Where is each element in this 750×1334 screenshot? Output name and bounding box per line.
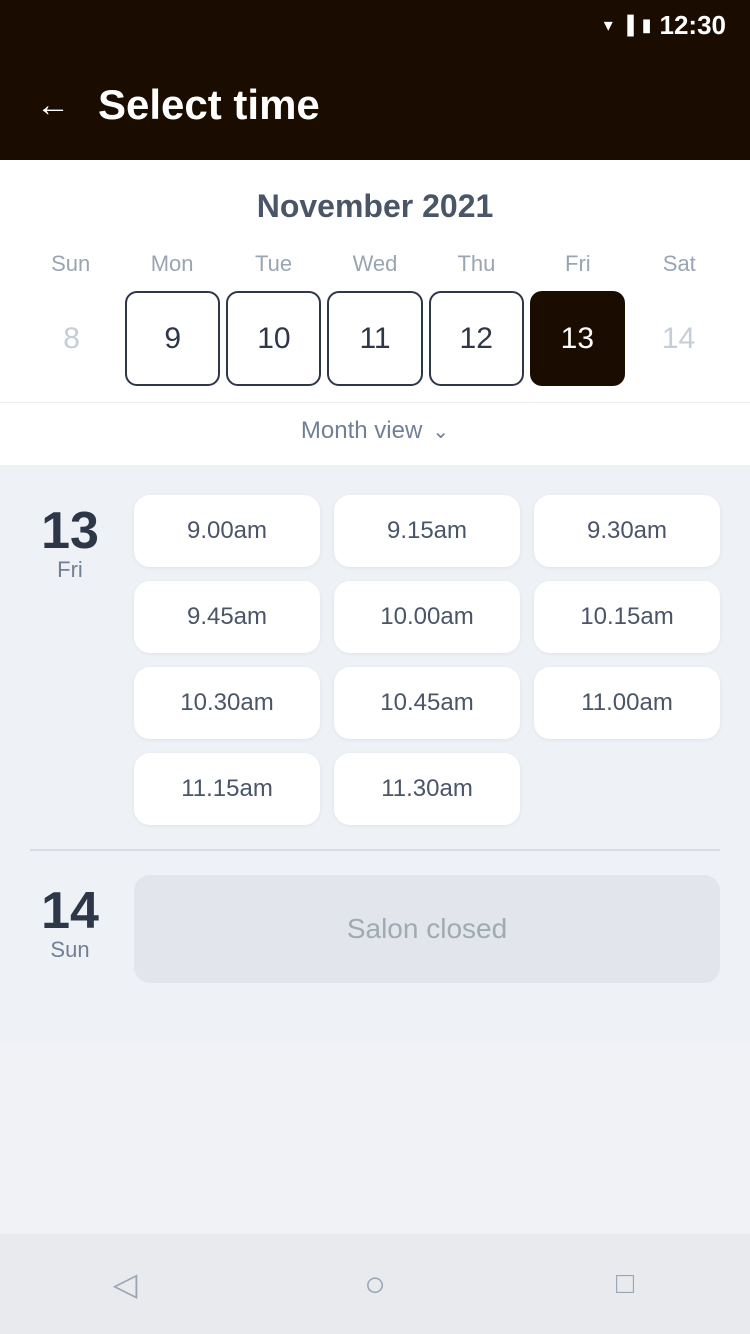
battery-icon: ▮: [642, 15, 652, 36]
bottom-nav: ◁ ○ □: [0, 1234, 750, 1334]
chevron-down-icon: ⌄: [432, 419, 449, 444]
slot-1015am[interactable]: 10.15am: [534, 581, 720, 653]
closed-slots-14: Salon closed: [134, 875, 720, 983]
wifi-icon: ▾: [604, 15, 613, 36]
day-label-14: 14 Sun: [30, 875, 110, 963]
back-nav-icon: ◁: [113, 1265, 138, 1303]
day-label-13: 13 Fri: [30, 495, 110, 825]
recent-nav-icon: □: [616, 1267, 634, 1301]
weekday-mon: Mon: [121, 245, 222, 283]
timeslots-section: 13 Fri 9.00am 9.15am 9.30am 9.45am 10.00…: [0, 465, 750, 1043]
weekday-sat: Sat: [629, 245, 730, 283]
weekday-thu: Thu: [426, 245, 527, 283]
nav-back-button[interactable]: ◁: [95, 1254, 155, 1314]
weekday-sun: Sun: [20, 245, 121, 283]
slot-1115am[interactable]: 11.15am: [134, 753, 320, 825]
nav-home-button[interactable]: ○: [345, 1254, 405, 1314]
slot-900am[interactable]: 9.00am: [134, 495, 320, 567]
date-cell-10[interactable]: 10: [226, 291, 321, 386]
slot-1030am[interactable]: 10.30am: [134, 667, 320, 739]
date-cell-12[interactable]: 12: [429, 291, 524, 386]
date-cell-13[interactable]: 13: [530, 291, 625, 386]
section-divider: [30, 849, 720, 851]
date-cell-14[interactable]: 14: [631, 291, 726, 386]
salon-closed-label: Salon closed: [134, 875, 720, 983]
signal-icon: ▐: [621, 15, 634, 36]
month-view-toggle[interactable]: Month view ⌄: [0, 402, 750, 465]
slot-1100am[interactable]: 11.00am: [534, 667, 720, 739]
status-icons: ▾ ▐ ▮ 12:30: [604, 10, 726, 41]
status-bar: ▾ ▐ ▮ 12:30: [0, 0, 750, 50]
calendar-section: November 2021 Sun Mon Tue Wed Thu Fri Sa…: [0, 160, 750, 402]
nav-recent-button[interactable]: □: [595, 1254, 655, 1314]
date-cell-11[interactable]: 11: [327, 291, 422, 386]
home-nav-icon: ○: [364, 1263, 386, 1305]
weekday-tue: Tue: [223, 245, 324, 283]
date-cell-9[interactable]: 9: [125, 291, 220, 386]
slot-1000am[interactable]: 10.00am: [334, 581, 520, 653]
date-cell-8[interactable]: 8: [24, 291, 119, 386]
weekday-fri: Fri: [527, 245, 628, 283]
slot-945am[interactable]: 9.45am: [134, 581, 320, 653]
back-button[interactable]: ←: [36, 88, 70, 122]
slot-1130am[interactable]: 11.30am: [334, 753, 520, 825]
app-header: ← Select time: [0, 50, 750, 160]
slot-915am[interactable]: 9.15am: [334, 495, 520, 567]
day-block-13: 13 Fri 9.00am 9.15am 9.30am 9.45am 10.00…: [30, 495, 720, 825]
day-name-14: Sun: [50, 937, 89, 963]
day-block-14: 14 Sun Salon closed: [30, 875, 720, 1013]
status-time: 12:30: [660, 10, 727, 41]
date-row: 8 9 10 11 12 13 14: [20, 291, 730, 402]
page-title: Select time: [98, 81, 320, 129]
weekday-row: Sun Mon Tue Wed Thu Fri Sat: [20, 245, 730, 283]
day-name-13: Fri: [57, 557, 83, 583]
month-year-title: November 2021: [20, 188, 730, 225]
slot-1045am[interactable]: 10.45am: [334, 667, 520, 739]
slots-grid-13: 9.00am 9.15am 9.30am 9.45am 10.00am 10.1…: [134, 495, 720, 825]
month-view-label: Month view: [301, 417, 422, 445]
day-number-13: 13: [41, 505, 99, 557]
weekday-wed: Wed: [324, 245, 425, 283]
slot-930am[interactable]: 9.30am: [534, 495, 720, 567]
day-number-14: 14: [41, 885, 99, 937]
